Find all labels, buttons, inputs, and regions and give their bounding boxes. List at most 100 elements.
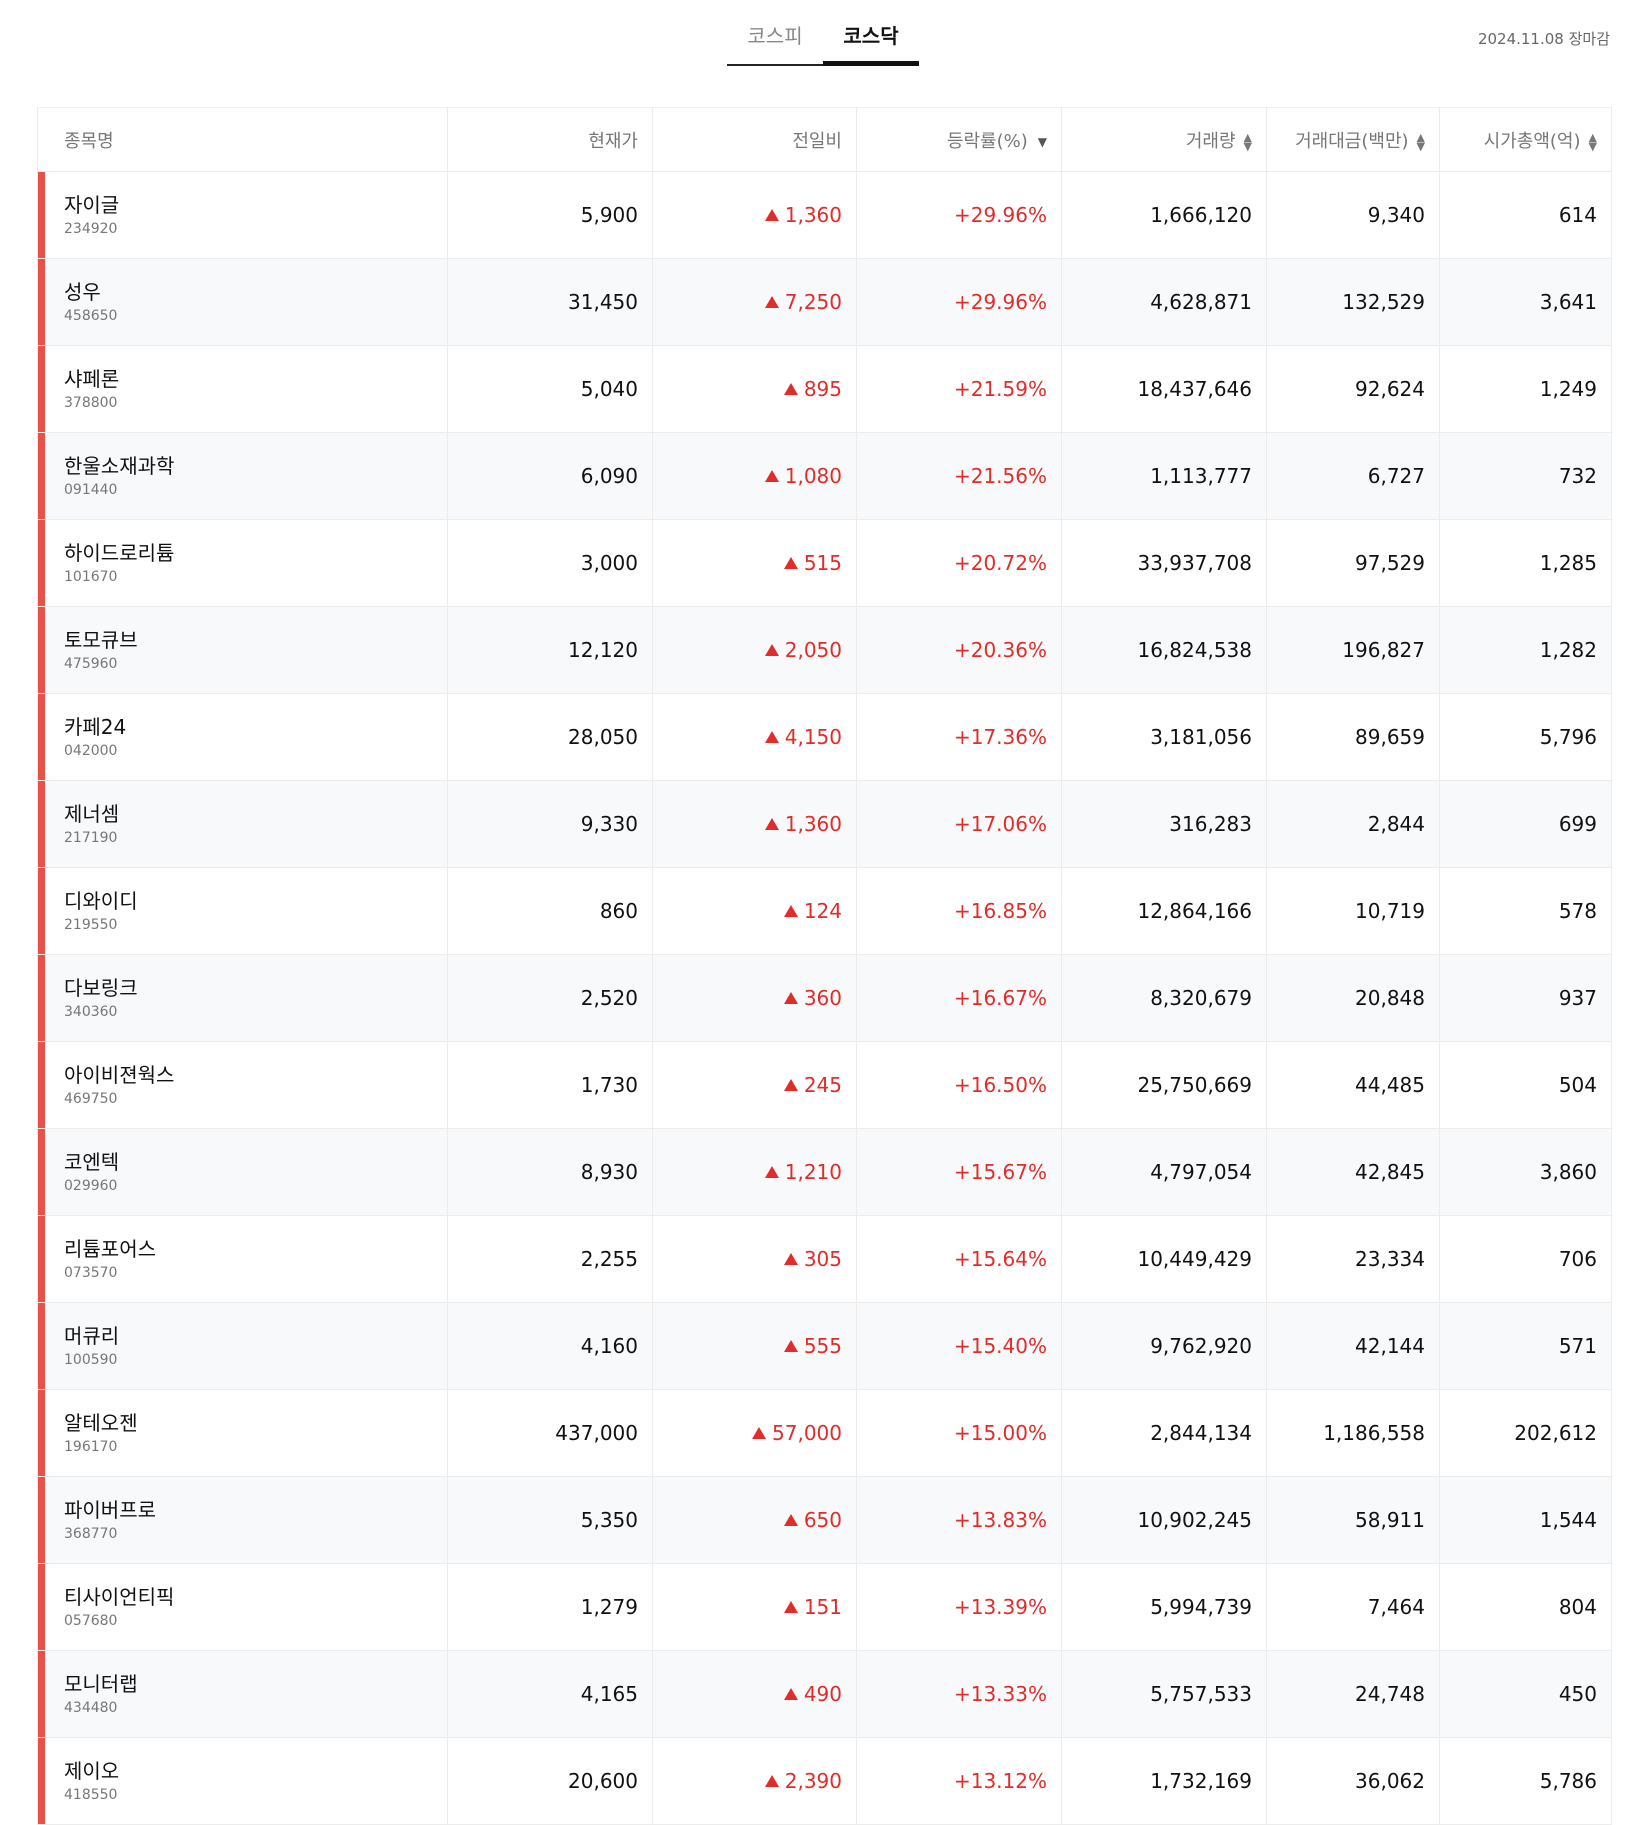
sort-icon[interactable]: ▲ ▼ bbox=[1589, 132, 1597, 152]
table-row[interactable]: 카페24 042000 28,050 4,150 +17.36% 3,181,056 89,… bbox=[37, 693, 1612, 781]
table-row[interactable]: 다보링크 340360 2,520 360 +16.67% 8,320,679 20,848… bbox=[37, 954, 1612, 1042]
stock-name[interactable]: 파이버프로 bbox=[64, 1497, 433, 1523]
header-name: 종목명 bbox=[37, 107, 448, 172]
table-row[interactable]: 파이버프로 368770 5,350 650 +13.83% 10,902,245 58,9… bbox=[37, 1476, 1612, 1564]
stock-name-cell[interactable]: 알테오젠 196170 bbox=[37, 1389, 448, 1477]
stock-name-cell[interactable]: 다보링크 340360 bbox=[37, 954, 448, 1042]
table-row[interactable]: 토모큐브 475960 12,120 2,050 +20.36% 16,824,538 19… bbox=[37, 606, 1612, 694]
rise-indicator-bar bbox=[38, 1390, 45, 1476]
marketcap-cell: 5,786 bbox=[1439, 1737, 1612, 1825]
rise-indicator-bar bbox=[38, 781, 45, 867]
table-row[interactable]: 코엔텍 029960 8,930 1,210 +15.67% 4,797,054 42,84… bbox=[37, 1128, 1612, 1216]
diff-value: 2,390 bbox=[784, 1769, 842, 1793]
stock-name[interactable]: 아이비젼웍스 bbox=[64, 1062, 433, 1088]
amount-cell: 89,659 bbox=[1266, 693, 1440, 781]
stock-name[interactable]: 하이드로리튬 bbox=[64, 540, 433, 566]
stock-code: 234920 bbox=[64, 221, 118, 237]
stock-name-cell[interactable]: 한울소재과학 091440 bbox=[37, 432, 448, 520]
table-row[interactable]: 리튬포어스 073570 2,255 305 +15.64% 10,449,429 23,3… bbox=[37, 1215, 1612, 1303]
table-row[interactable]: 자이글 234920 5,900 1,360 +29.96% 1,666,120 9,340… bbox=[37, 171, 1612, 259]
diff-cell: 2,050 bbox=[652, 606, 857, 694]
volume-cell: 1,666,120 bbox=[1061, 171, 1267, 259]
stock-name-cell[interactable]: 자이글 234920 bbox=[37, 171, 448, 259]
rise-indicator-bar bbox=[38, 1477, 45, 1563]
table-row[interactable]: 성우 458650 31,450 7,250 +29.96% 4,628,871 132,5… bbox=[37, 258, 1612, 346]
rate-value: +15.40% bbox=[953, 1334, 1047, 1358]
volume-cell: 2,844,134 bbox=[1061, 1389, 1267, 1477]
price-cell: 4,165 bbox=[447, 1650, 653, 1738]
stock-name[interactable]: 알테오젠 bbox=[64, 1410, 433, 1436]
table-row[interactable]: 제이오 418550 20,600 2,390 +13.12% 1,732,169 36,0… bbox=[37, 1737, 1612, 1825]
tab-kospi[interactable]: 코스피 bbox=[727, 14, 823, 66]
amount-cell: 6,727 bbox=[1266, 432, 1440, 520]
tab-kosdaq[interactable]: 코스닥 bbox=[823, 14, 919, 66]
table-row[interactable]: 한울소재과학 091440 6,090 1,080 +21.56% 1,113,777 6,… bbox=[37, 432, 1612, 520]
stock-name[interactable]: 제이오 bbox=[64, 1758, 433, 1784]
marketcap-value: 504 bbox=[1558, 1073, 1597, 1097]
stock-name[interactable]: 다보링크 bbox=[64, 975, 433, 1001]
header-rate[interactable]: 등락률(%) ▼ bbox=[856, 107, 1062, 172]
stock-name-cell[interactable]: 제너셈 217190 bbox=[37, 780, 448, 868]
sort-descending-icon[interactable]: ▼ bbox=[1038, 135, 1047, 149]
stock-name[interactable]: 모니터랩 bbox=[64, 1671, 433, 1697]
stock-name-cell[interactable]: 파이버프로 368770 bbox=[37, 1476, 448, 1564]
stock-name[interactable]: 자이글 bbox=[64, 192, 433, 218]
stock-name-cell[interactable]: 코엔텍 029960 bbox=[37, 1128, 448, 1216]
rate-cell: +21.56% bbox=[856, 432, 1062, 520]
amount-value: 9,340 bbox=[1367, 203, 1425, 227]
stock-name-cell[interactable]: 디와이디 219550 bbox=[37, 867, 448, 955]
stock-name-cell[interactable]: 샤페론 378800 bbox=[37, 345, 448, 433]
sort-icon[interactable]: ▲ ▼ bbox=[1244, 132, 1252, 152]
table-row[interactable]: 모니터랩 434480 4,165 490 +13.33% 5,757,533 24,748… bbox=[37, 1650, 1612, 1738]
table-row[interactable]: 제너셈 217190 9,330 1,360 +17.06% 316,283 2,844 69… bbox=[37, 780, 1612, 868]
table-row[interactable]: 하이드로리튬 101670 3,000 515 +20.72% 33,937,708 97,… bbox=[37, 519, 1612, 607]
market-date-label: 2024.11.08 장마감 bbox=[1477, 30, 1610, 48]
price-cell: 1,279 bbox=[447, 1563, 653, 1651]
amount-cell: 58,911 bbox=[1266, 1476, 1440, 1564]
diff-value: 1,210 bbox=[784, 1160, 842, 1184]
marketcap-cell: 937 bbox=[1439, 954, 1612, 1042]
stock-name-cell[interactable]: 모니터랩 434480 bbox=[37, 1650, 448, 1738]
amount-value: 20,848 bbox=[1355, 986, 1425, 1010]
header-amount-label: 거래대금(백만) bbox=[1295, 130, 1409, 152]
amount-cell: 97,529 bbox=[1266, 519, 1440, 607]
stock-code: 196170 bbox=[64, 1439, 118, 1455]
table-row[interactable]: 알테오젠 196170 437,000 57,000 +15.00% 2,844,134 1… bbox=[37, 1389, 1612, 1477]
volume-value: 25,750,669 bbox=[1137, 1073, 1252, 1097]
stock-name[interactable]: 리튬포어스 bbox=[64, 1236, 433, 1262]
table-row[interactable]: 머큐리 100590 4,160 555 +15.40% 9,762,920 42,144 5… bbox=[37, 1302, 1612, 1390]
stock-name-cell[interactable]: 머큐리 100590 bbox=[37, 1302, 448, 1390]
stock-name[interactable]: 제너셈 bbox=[64, 801, 433, 827]
amount-value: 58,911 bbox=[1355, 1508, 1425, 1532]
stock-name-cell[interactable]: 성우 458650 bbox=[37, 258, 448, 346]
stock-name-cell[interactable]: 카페24 042000 bbox=[37, 693, 448, 781]
table-row[interactable]: 샤페론 378800 5,040 895 +21.59% 18,437,646 92,624… bbox=[37, 345, 1612, 433]
stock-name[interactable]: 디와이디 bbox=[64, 888, 433, 914]
stock-name-cell[interactable]: 하이드로리튬 101670 bbox=[37, 519, 448, 607]
stock-name[interactable]: 머큐리 bbox=[64, 1323, 433, 1349]
rate-cell: +20.36% bbox=[856, 606, 1062, 694]
stock-name[interactable]: 코엔텍 bbox=[64, 1149, 433, 1175]
stock-name-cell[interactable]: 리튬포어스 073570 bbox=[37, 1215, 448, 1303]
table-row[interactable]: 디와이디 219550 860 124 +16.85% 12,864,166 10,719 5… bbox=[37, 867, 1612, 955]
table-row[interactable]: 티사이언티픽 057680 1,279 151 +13.39% 5,994,739 7,46… bbox=[37, 1563, 1612, 1651]
stock-name-cell[interactable]: 아이비젼웍스 469750 bbox=[37, 1041, 448, 1129]
stock-name[interactable]: 티사이언티픽 bbox=[64, 1584, 433, 1610]
up-triangle-icon bbox=[764, 1775, 779, 1787]
header-volume[interactable]: 거래량 ▲ ▼ bbox=[1061, 107, 1267, 172]
stock-name[interactable]: 한울소재과학 bbox=[64, 453, 433, 479]
stock-name[interactable]: 샤페론 bbox=[64, 366, 433, 392]
stock-name-cell[interactable]: 티사이언티픽 057680 bbox=[37, 1563, 448, 1651]
sort-icon[interactable]: ▲ ▼ bbox=[1417, 132, 1425, 152]
header-marketcap[interactable]: 시가총액(억) ▲ ▼ bbox=[1439, 107, 1612, 172]
volume-value: 9,762,920 bbox=[1150, 1334, 1252, 1358]
stock-name[interactable]: 성우 bbox=[64, 279, 433, 305]
table-row[interactable]: 아이비젼웍스 469750 1,730 245 +16.50% 25,750,669 44,… bbox=[37, 1041, 1612, 1129]
diff-value: 1,360 bbox=[784, 203, 842, 227]
header-amount[interactable]: 거래대금(백만) ▲ ▼ bbox=[1266, 107, 1440, 172]
stock-name[interactable]: 카페24 bbox=[64, 714, 433, 740]
stock-name-cell[interactable]: 제이오 418550 bbox=[37, 1737, 448, 1825]
stock-name[interactable]: 토모큐브 bbox=[64, 627, 433, 653]
amount-value: 6,727 bbox=[1367, 464, 1425, 488]
stock-name-cell[interactable]: 토모큐브 475960 bbox=[37, 606, 448, 694]
